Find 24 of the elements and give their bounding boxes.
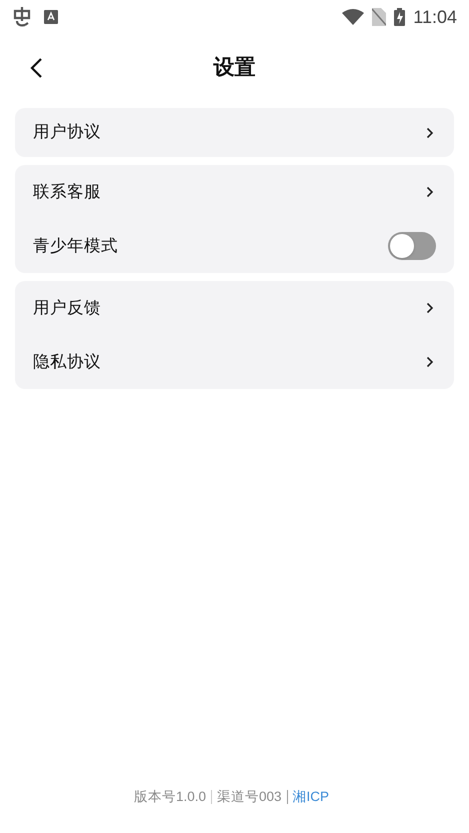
setting-label: 用户反馈 (33, 298, 101, 319)
chevron-icon (426, 356, 434, 368)
setting-label: 用户协议 (33, 122, 101, 144)
battery-icon (394, 8, 406, 26)
back-icon (29, 57, 43, 79)
page-title: 设置 (214, 55, 256, 82)
settings-row[interactable]: 用户反馈 (15, 281, 454, 335)
setting-label: 联系客服 (33, 182, 101, 203)
no-sim-icon (372, 8, 386, 26)
chevron-icon (426, 126, 434, 138)
chevron-icon (426, 302, 434, 314)
status-time: 11:04 (413, 6, 457, 28)
setting-label: 隐私协议 (33, 352, 101, 373)
settings-row[interactable]: 联系客服 (15, 165, 454, 219)
settings-row[interactable]: 用户协议 (15, 108, 454, 157)
wifi-icon (342, 9, 364, 25)
keyboard-icon (44, 10, 58, 24)
toggle-switch[interactable] (388, 232, 436, 260)
settings-row[interactable]: 隐私协议 (15, 335, 454, 389)
channel-text: 渠道号003 (216, 788, 282, 806)
icp-link[interactable]: 湘ICP (292, 786, 330, 807)
chevron-icon (426, 186, 434, 198)
setting-label: 青少年模式 (33, 236, 118, 257)
version-text: 版本号1.0.0 (134, 788, 206, 806)
